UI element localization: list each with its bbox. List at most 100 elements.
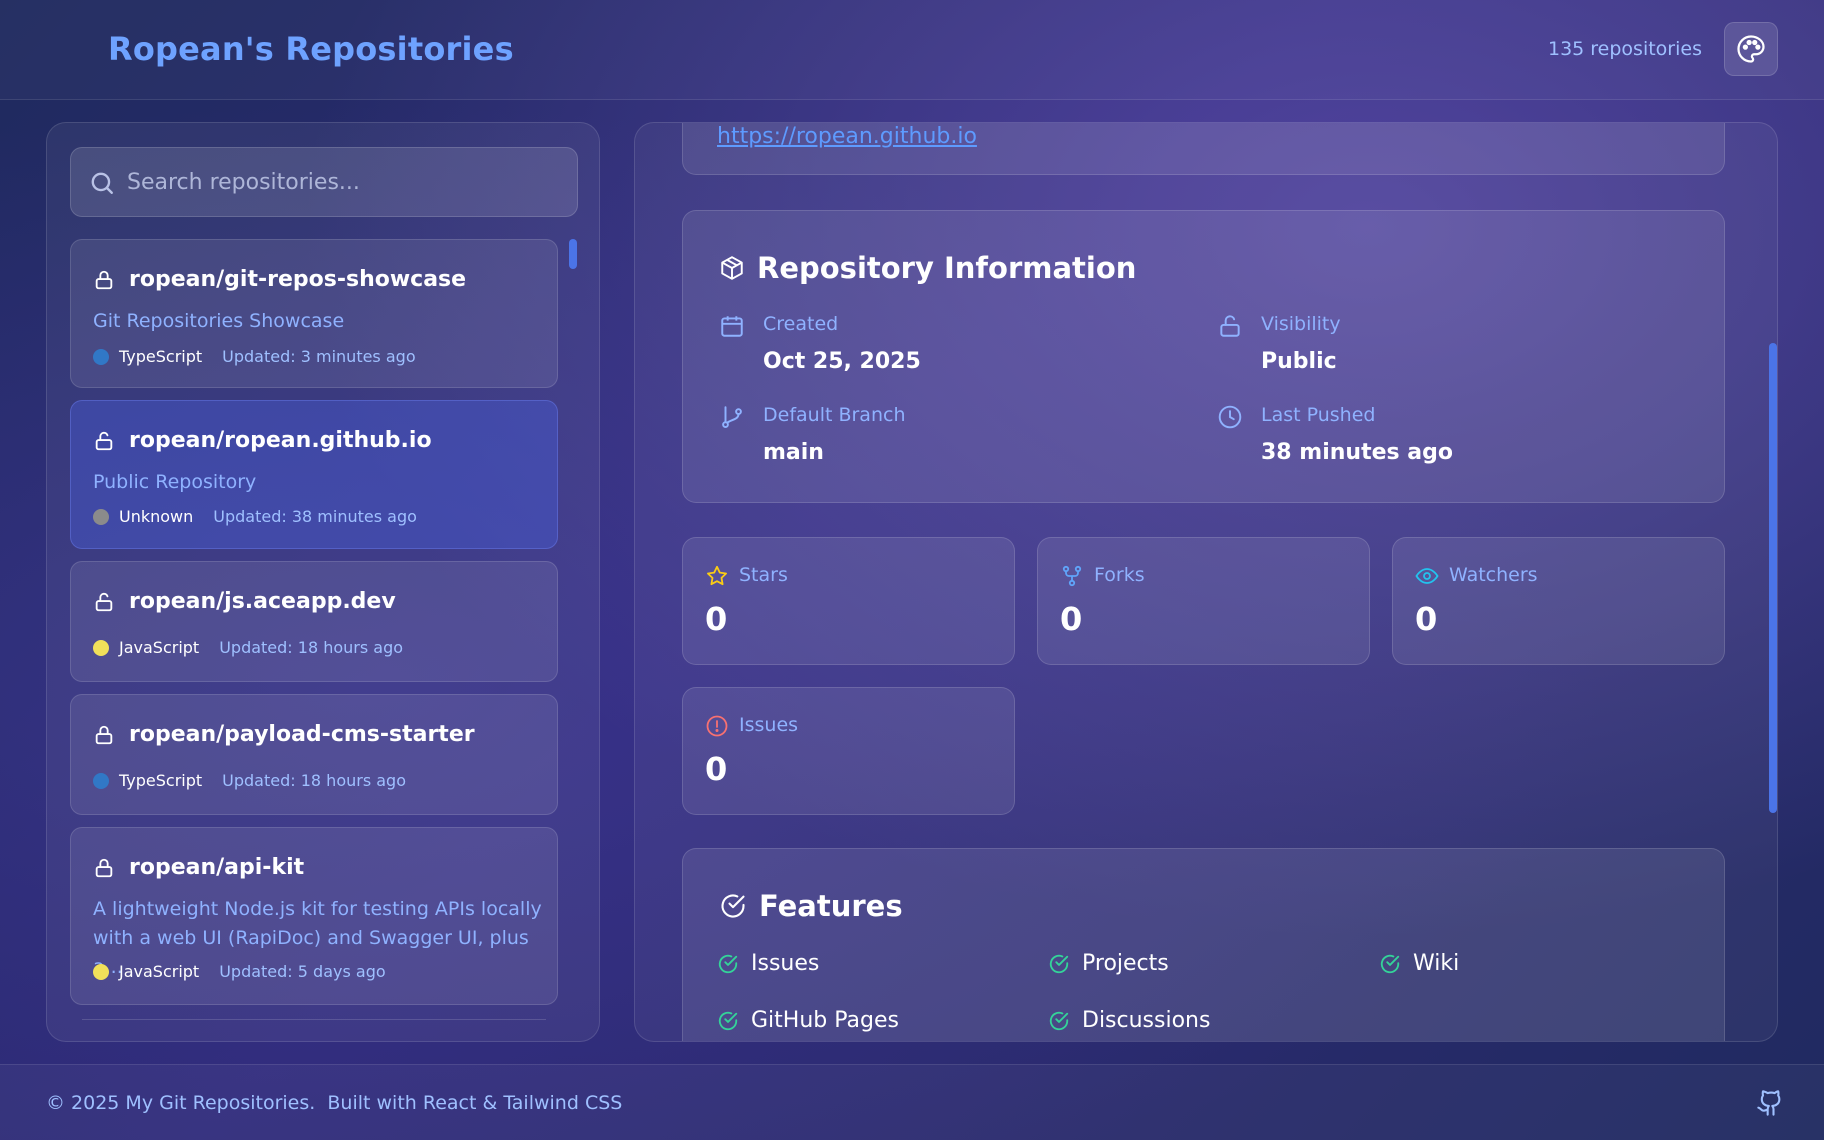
feature-issues: Issues (717, 951, 819, 976)
feature-discussions: Discussions (1048, 1008, 1210, 1033)
language-dot (93, 508, 109, 525)
forks-value: 0 (1060, 600, 1083, 638)
repo-meta: TypeScript Updated: 18 hours ago (93, 771, 406, 790)
detail-scrollbar[interactable] (1769, 123, 1777, 1041)
check-icon (717, 1010, 739, 1032)
info-header: Repository Information (719, 251, 1136, 285)
pushed-label: Last Pushed (1261, 404, 1376, 426)
repo-name: ropean/api-kit (129, 855, 305, 880)
check-icon (1379, 953, 1401, 975)
clock-icon (1217, 404, 1243, 430)
repo-updated: Updated: 5 days ago (219, 962, 386, 981)
watchers-value: 0 (1415, 600, 1438, 638)
page-title: Ropean's Repositories (108, 30, 514, 68)
language-dot (93, 348, 109, 365)
repo-card-selected[interactable]: ropean/ropean.github.io Public Repositor… (70, 400, 558, 549)
visibility-value: Public (1261, 349, 1337, 374)
stars-label: Stars (739, 564, 788, 586)
repo-card[interactable]: ropean/payload-cms-starter TypeScript Up… (70, 694, 558, 815)
repo-language: TypeScript (119, 771, 203, 790)
feature-wiki: Wiki (1379, 951, 1459, 976)
theme-button[interactable] (1724, 22, 1778, 76)
repo-card[interactable]: ropean/git-repos-showcase Git Repositori… (70, 239, 558, 388)
repo-updated: Updated: 18 hours ago (219, 638, 404, 657)
eye-icon (1415, 564, 1439, 588)
repo-count: 135 repositories (1547, 38, 1702, 60)
scrollbar-thumb[interactable] (1769, 343, 1777, 813)
repo-card[interactable]: ropean/js.aceapp.dev JavaScript Updated:… (70, 561, 558, 682)
repo-description: Git Repositories Showcase (93, 310, 345, 332)
watchers-label: Watchers (1449, 564, 1538, 586)
repo-language: JavaScript (119, 962, 200, 981)
feature-github-pages: GitHub Pages (717, 1008, 899, 1033)
info-title: Repository Information (757, 251, 1137, 285)
stars-card: Stars 0 (682, 537, 1015, 665)
feature-projects: Projects (1048, 951, 1169, 976)
repo-sidebar: ropean/git-repos-showcase Git Repositori… (46, 122, 600, 1042)
app-header: Ropean's Repositories 135 repositories (0, 0, 1824, 100)
repo-updated: Updated: 38 minutes ago (213, 507, 417, 526)
repo-name: ropean/payload-cms-starter (129, 722, 475, 747)
lock-closed-icon (93, 269, 115, 291)
created-value: Oct 25, 2025 (763, 349, 921, 374)
homepage-card: https://ropean.github.io (682, 123, 1725, 175)
branch-label: Default Branch (763, 404, 906, 426)
repo-updated: Updated: 18 hours ago (222, 771, 406, 790)
check-icon (717, 953, 739, 975)
language-dot (93, 963, 109, 980)
search-box (70, 147, 578, 217)
scrollbar-thumb[interactable] (569, 239, 577, 269)
branch-value: main (763, 440, 824, 465)
homepage-link[interactable]: https://ropean.github.io (717, 124, 977, 149)
features-title: Features (759, 889, 903, 923)
app-footer: © 2025 My Git Repositories. Built with R… (0, 1064, 1824, 1140)
watchers-card: Watchers 0 (1392, 537, 1725, 665)
feature-label: GitHub Pages (751, 1008, 899, 1033)
repo-language: TypeScript (119, 347, 203, 366)
package-icon (719, 255, 745, 281)
check-icon (1048, 1010, 1070, 1032)
feature-label: Wiki (1413, 951, 1460, 976)
check-circle-icon (719, 892, 747, 920)
forks-card: Forks 0 (1037, 537, 1370, 665)
issues-label: Issues (739, 714, 799, 736)
forks-label: Forks (1094, 564, 1145, 586)
repository-info-card: Repository Information Created Oct 25, 2… (682, 210, 1725, 503)
repo-name: ropean/ropean.github.io (129, 428, 432, 453)
repo-language: Unknown (119, 507, 194, 526)
language-dot (93, 639, 109, 656)
alert-circle-icon (705, 714, 729, 738)
github-icon[interactable] (1756, 1089, 1784, 1117)
check-icon (1048, 953, 1070, 975)
pushed-value: 38 minutes ago (1261, 440, 1453, 465)
stars-value: 0 (705, 600, 728, 638)
footer-text: © 2025 My Git Repositories. Built with R… (46, 1092, 623, 1114)
features-card: Features Issues Projects Wiki GitHub Pag… (682, 848, 1725, 1041)
issues-value: 0 (705, 750, 728, 788)
lock-closed-icon (93, 724, 115, 746)
language-dot (93, 772, 109, 789)
feature-label: Projects (1082, 951, 1169, 976)
repo-meta: TypeScript Updated: 3 minutes ago (93, 347, 416, 366)
visibility-label: Visibility (1261, 313, 1341, 335)
repo-card[interactable]: ropean/api-kit A lightweight Node.js kit… (70, 827, 558, 1005)
created-label: Created (763, 313, 839, 335)
feature-label: Discussions (1082, 1008, 1211, 1033)
repo-name: ropean/js.aceapp.dev (129, 589, 396, 614)
repo-meta: Unknown Updated: 38 minutes ago (93, 507, 417, 526)
repo-name: ropean/git-repos-showcase (129, 267, 467, 292)
fork-icon (1060, 564, 1084, 588)
repo-list: ropean/git-repos-showcase Git Repositori… (70, 239, 558, 1029)
lock-open-icon (1217, 313, 1243, 339)
list-divider (82, 1019, 546, 1020)
issues-card: Issues 0 (682, 687, 1015, 815)
calendar-icon (719, 313, 745, 339)
repo-meta: JavaScript Updated: 18 hours ago (93, 638, 403, 657)
features-header: Features (719, 889, 903, 923)
lock-open-icon (93, 430, 115, 452)
repo-list-scrollbar[interactable] (569, 239, 578, 1029)
repo-detail-panel: https://ropean.github.io Repository Info… (634, 122, 1778, 1042)
star-icon (705, 564, 729, 588)
repo-language: JavaScript (119, 638, 200, 657)
search-input[interactable] (127, 148, 567, 216)
